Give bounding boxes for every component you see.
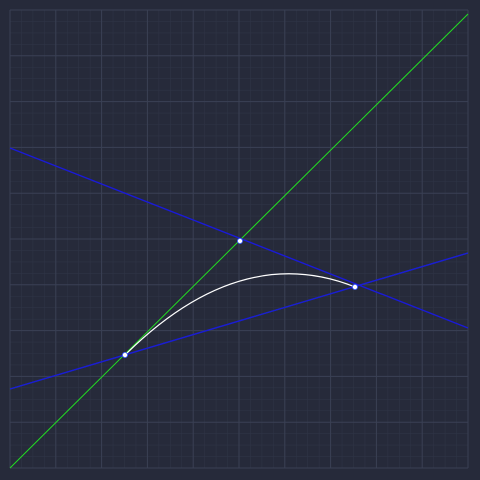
control-point-p0[interactable] <box>122 351 129 358</box>
bezier-diagram <box>9 9 469 469</box>
bezier-curve <box>124 273 356 356</box>
control-points <box>122 237 358 358</box>
control-point-p1[interactable] <box>236 237 243 244</box>
diagram-canvas <box>0 0 480 480</box>
control-point-p2[interactable] <box>351 283 358 290</box>
